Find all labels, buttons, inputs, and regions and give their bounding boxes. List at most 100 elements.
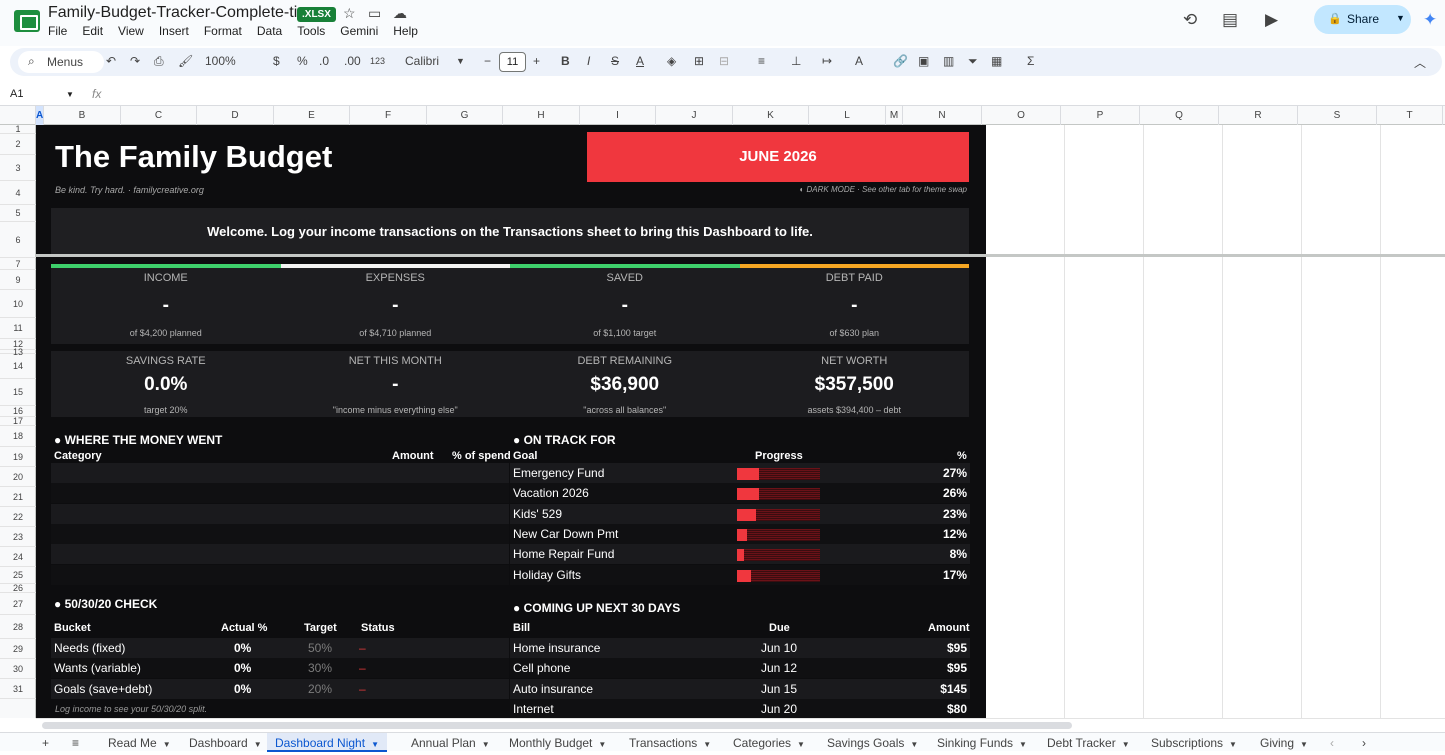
print-icon[interactable]: ⎙ bbox=[154, 54, 164, 69]
row-header-17[interactable]: 17 bbox=[0, 417, 36, 426]
column-header-S[interactable]: S bbox=[1298, 106, 1377, 125]
column-header-J[interactable]: J bbox=[656, 106, 733, 125]
row-header-10[interactable]: 10 bbox=[0, 290, 36, 318]
column-header-A[interactable]: A bbox=[36, 106, 44, 125]
collapse-menus-icon[interactable]: ︿ bbox=[1414, 54, 1426, 71]
menu-tools[interactable]: Tools bbox=[297, 24, 325, 38]
folder-icon[interactable]: ▭ bbox=[368, 5, 381, 22]
column-header-K[interactable]: K bbox=[733, 106, 809, 125]
column-header-E[interactable]: E bbox=[274, 106, 350, 125]
font-select[interactable]: Calibri bbox=[405, 54, 439, 68]
column-header-R[interactable]: R bbox=[1219, 106, 1298, 125]
sheet-tab-dashboard-night[interactable]: Dashboard Night ▼ bbox=[267, 733, 387, 752]
money-table-row[interactable] bbox=[51, 564, 509, 585]
row-header-31[interactable]: 31 bbox=[0, 679, 36, 699]
sheet-tab-debt-tracker[interactable]: Debt Tracker ▼ bbox=[1047, 736, 1130, 750]
menu-search[interactable]: ⌕ Menus bbox=[18, 51, 104, 73]
row-header-23[interactable]: 23 bbox=[0, 527, 36, 547]
chevron-down-icon[interactable]: ▼ bbox=[1122, 740, 1130, 749]
column-header-Q[interactable]: Q bbox=[1140, 106, 1219, 125]
column-header-O[interactable]: O bbox=[982, 106, 1061, 125]
insert-chart-icon[interactable]: ▥ bbox=[943, 54, 954, 68]
chevron-down-icon[interactable]: ▼ bbox=[910, 740, 918, 749]
cloud-icon[interactable]: ☁ bbox=[393, 5, 407, 22]
column-header-I[interactable]: I bbox=[580, 106, 656, 125]
menu-data[interactable]: Data bbox=[257, 24, 282, 38]
menu-format[interactable]: Format bbox=[204, 24, 242, 38]
bold-button[interactable]: B bbox=[561, 54, 570, 68]
row-header-6[interactable]: 6 bbox=[0, 222, 36, 258]
text-wrap-icon[interactable]: ↦ bbox=[822, 54, 832, 68]
check-row[interactable]: Wants (variable) 0% 30% – bbox=[51, 658, 509, 679]
row-header-5[interactable]: 5 bbox=[0, 205, 36, 222]
vertical-align-icon[interactable]: ⊥ bbox=[791, 54, 801, 68]
sheet-tab-read-me[interactable]: Read Me ▼ bbox=[108, 736, 171, 750]
menu-gemini[interactable]: Gemini bbox=[340, 24, 378, 38]
chevron-down-icon[interactable]: ▼ bbox=[482, 740, 490, 749]
font-size-input[interactable]: 11 bbox=[499, 52, 526, 72]
ontrack-row[interactable]: Home Repair Fund 8% bbox=[510, 544, 970, 565]
align-left-icon[interactable]: ≡ bbox=[758, 54, 765, 68]
empty-grid[interactable] bbox=[986, 125, 1445, 718]
money-table-row[interactable] bbox=[51, 463, 509, 483]
bill-row[interactable]: Auto insurance Jun 15 $145 bbox=[510, 678, 970, 699]
chevron-down-icon[interactable]: ▼ bbox=[371, 740, 379, 749]
chevron-down-icon[interactable]: ▼ bbox=[1300, 740, 1308, 749]
scroll-tabs-right-icon[interactable]: › bbox=[1362, 736, 1366, 750]
row-header-30[interactable]: 30 bbox=[0, 659, 36, 679]
menu-file[interactable]: File bbox=[48, 24, 67, 38]
fill-color-icon[interactable]: ◈ bbox=[667, 54, 676, 68]
zoom-select[interactable]: 100% bbox=[205, 54, 236, 68]
money-table-row[interactable] bbox=[51, 503, 509, 524]
column-header-F[interactable]: F bbox=[350, 106, 427, 125]
sheet-tab-sinking-funds[interactable]: Sinking Funds ▼ bbox=[937, 736, 1027, 750]
row-header-29[interactable]: 29 bbox=[0, 639, 36, 659]
select-all-corner[interactable] bbox=[0, 106, 36, 125]
row-header-15[interactable]: 15 bbox=[0, 379, 36, 406]
currency-button[interactable]: $ bbox=[273, 54, 280, 68]
functions-icon[interactable]: Σ bbox=[1027, 54, 1034, 68]
chevron-down-icon[interactable]: ▼ bbox=[703, 740, 711, 749]
row-header-20[interactable]: 20 bbox=[0, 467, 36, 487]
scroll-tabs-left-icon[interactable]: ‹ bbox=[1330, 736, 1334, 750]
ontrack-row[interactable]: Kids' 529 23% bbox=[510, 503, 970, 524]
sheet-tab-giving[interactable]: Giving ▼ bbox=[1260, 736, 1308, 750]
bill-row[interactable]: Home insurance Jun 10 $95 bbox=[510, 638, 970, 658]
ontrack-row[interactable]: New Car Down Pmt 12% bbox=[510, 523, 970, 544]
row-header-27[interactable]: 27 bbox=[0, 593, 36, 615]
row-header-22[interactable]: 22 bbox=[0, 507, 36, 527]
sheet-tab-dashboard[interactable]: Dashboard ▼ bbox=[189, 736, 262, 750]
column-header-H[interactable]: H bbox=[503, 106, 580, 125]
chevron-down-icon[interactable]: ▼ bbox=[1396, 13, 1405, 23]
merge-cells-icon[interactable]: ⊟ bbox=[719, 54, 729, 68]
font-size-decrease-button[interactable]: − bbox=[484, 54, 491, 68]
bill-row[interactable]: Internet Jun 20 $80 bbox=[510, 698, 970, 718]
history-icon[interactable]: ⟲ bbox=[1183, 10, 1197, 30]
undo-icon[interactable]: ↶ bbox=[106, 54, 116, 68]
insert-comment-icon[interactable]: ▣ bbox=[918, 54, 929, 68]
menu-view[interactable]: View bbox=[118, 24, 144, 38]
chevron-down-icon[interactable]: ▼ bbox=[797, 740, 805, 749]
sheet-tab-subscriptions[interactable]: Subscriptions ▼ bbox=[1151, 736, 1237, 750]
chevron-down-icon[interactable]: ▼ bbox=[66, 90, 74, 99]
row-header-14[interactable]: 14 bbox=[0, 354, 36, 379]
sheet-tab-monthly-budget[interactable]: Monthly Budget ▼ bbox=[509, 736, 606, 750]
chevron-down-icon[interactable]: ▼ bbox=[163, 740, 171, 749]
font-size-increase-button[interactable]: + bbox=[533, 54, 540, 68]
chevron-down-icon[interactable]: ▼ bbox=[1229, 740, 1237, 749]
all-sheets-button[interactable]: ≡ bbox=[72, 736, 79, 750]
row-header-11[interactable]: 11 bbox=[0, 318, 36, 339]
row-header-19[interactable]: 19 bbox=[0, 447, 36, 467]
document-title[interactable]: Family-Budget-Tracker-Complete-tier bbox=[48, 4, 311, 22]
check-row[interactable]: Goals (save+debt) 0% 20% – bbox=[51, 678, 509, 699]
redo-icon[interactable]: ↷ bbox=[130, 54, 140, 68]
money-table-row[interactable] bbox=[51, 483, 509, 504]
row-header-2[interactable]: 2 bbox=[0, 134, 36, 155]
chevron-down-icon[interactable]: ▼ bbox=[456, 56, 465, 66]
row-header-24[interactable]: 24 bbox=[0, 547, 36, 567]
column-header-D[interactable]: D bbox=[197, 106, 274, 125]
row-header-26[interactable]: 26 bbox=[0, 584, 36, 593]
money-table-row[interactable] bbox=[51, 544, 509, 565]
more-formats-button[interactable]: 123 bbox=[370, 56, 385, 66]
sheet-tab-transactions[interactable]: Transactions ▼ bbox=[629, 736, 711, 750]
